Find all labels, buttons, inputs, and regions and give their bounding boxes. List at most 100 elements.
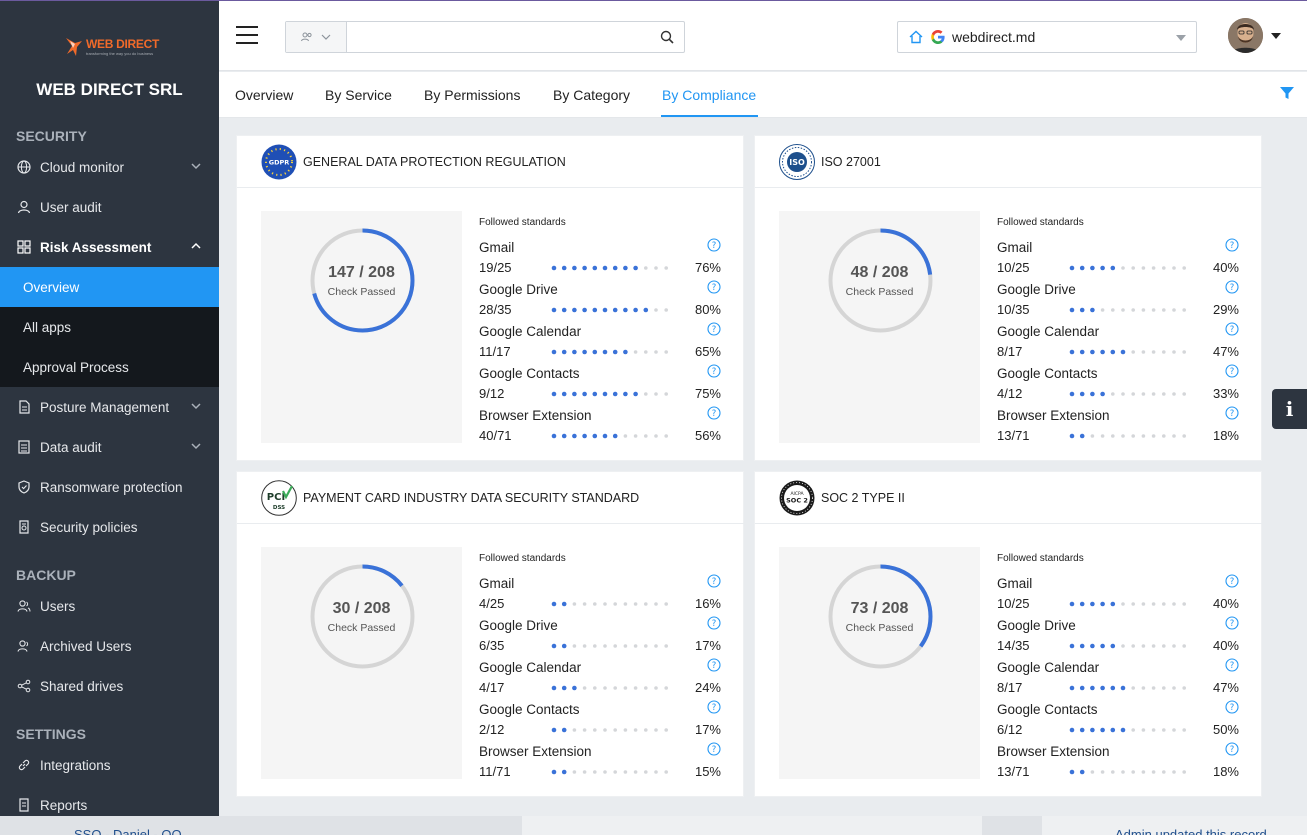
svg-text:?: ? — [712, 367, 717, 377]
svg-text:SOC 2: SOC 2 — [786, 497, 808, 505]
soc2-badge-icon: AICPA SOC 2 — [779, 480, 815, 516]
help-icon[interactable]: ? — [707, 322, 721, 336]
sidebar-subitem-approval-process[interactable]: Approval Process — [0, 347, 219, 387]
help-icon[interactable]: ? — [707, 238, 721, 252]
sidebar-item-shared-drives[interactable]: Shared drives — [0, 666, 219, 706]
progress-dot-filled — [1079, 727, 1085, 733]
progress-dot-empty — [664, 392, 668, 396]
avatar-image — [1228, 18, 1263, 53]
svg-text:?: ? — [712, 619, 717, 629]
sidebar-item-user-audit[interactable]: User audit — [0, 187, 219, 227]
service-name: Google Drive — [479, 282, 558, 297]
help-icon[interactable]: ? — [707, 700, 721, 714]
progress-dot-empty — [603, 728, 607, 732]
sidebar-item-ransomware-protection[interactable]: Ransomware protection — [0, 467, 219, 507]
domain-selector[interactable]: webdirect.md — [897, 21, 1197, 53]
progress-dot-filled — [623, 307, 628, 313]
progress-dot-empty — [1162, 728, 1166, 732]
sidebar-subitem-all-apps[interactable]: All apps — [0, 307, 219, 347]
help-icon[interactable]: ? — [707, 658, 721, 672]
gdpr-badge-icon: GDPR — [261, 144, 297, 180]
info-panel-toggle[interactable]: i — [1272, 389, 1307, 429]
progress-dots — [551, 265, 668, 271]
search-scope-dropdown[interactable] — [286, 22, 347, 52]
filter-icon[interactable] — [1279, 85, 1295, 101]
tab-overview[interactable]: Overview — [235, 87, 293, 103]
progress-dot-filled — [1079, 643, 1085, 649]
tab-by-permissions[interactable]: By Permissions — [424, 87, 520, 103]
gauge-value: 30 / 208 — [332, 600, 391, 617]
followed-standards-heading: Followed standards — [997, 217, 1084, 228]
progress-dot-filled — [551, 349, 557, 355]
help-icon[interactable]: ? — [707, 280, 721, 294]
help-icon[interactable]: ? — [1225, 322, 1239, 336]
help-icon[interactable]: ? — [1225, 658, 1239, 672]
help-icon[interactable]: ? — [707, 364, 721, 378]
chevron-down-icon — [191, 403, 201, 410]
help-icon[interactable]: ? — [1225, 280, 1239, 294]
svg-text:?: ? — [712, 241, 717, 251]
sidebar-item-archived-users[interactable]: Archived Users — [0, 626, 219, 666]
help-icon[interactable]: ? — [707, 616, 721, 630]
progress-dot-empty — [1182, 392, 1186, 396]
tab-by-category[interactable]: By Category — [553, 87, 630, 103]
service-row: Browser Extension 13/71 18%? — [997, 406, 1242, 450]
progress-dot-empty — [1121, 602, 1125, 606]
sidebar-item-cloud-monitor[interactable]: Cloud monitor — [0, 147, 219, 187]
progress-dot-empty — [623, 644, 628, 648]
help-icon[interactable]: ? — [707, 406, 721, 420]
score-gauge-panel: 73 / 208 Check Passed — [779, 547, 980, 779]
progress-dot-empty — [623, 770, 628, 774]
service-count: 2/12 — [479, 722, 505, 737]
service-count: 8/17 — [997, 344, 1023, 359]
search-icon[interactable] — [660, 30, 674, 44]
info-icon: i — [1285, 397, 1294, 421]
sidebar-item-risk-assessment[interactable]: Risk Assessment — [0, 227, 219, 267]
progress-dot-empty — [644, 266, 648, 270]
progress-dot-filled — [602, 265, 608, 271]
sidebar-item-data-audit[interactable]: Data audit — [0, 427, 219, 467]
help-icon[interactable]: ? — [707, 742, 721, 756]
sidebar-item-users[interactable]: Users — [0, 586, 219, 626]
user-icon — [17, 200, 31, 214]
progress-dot-empty — [1111, 770, 1115, 774]
progress-dot-empty — [1121, 644, 1125, 648]
service-row: Gmail 4/25 16%? — [479, 574, 724, 618]
help-icon[interactable]: ? — [1225, 406, 1239, 420]
service-row: Google Contacts 9/12 75%? — [479, 364, 724, 408]
progress-dot-filled — [582, 391, 587, 397]
caret-down-icon[interactable] — [1271, 33, 1281, 39]
help-icon[interactable]: ? — [1225, 574, 1239, 588]
progress-dot-filled — [592, 349, 598, 355]
company-logo[interactable]: WEB DIRECT transforming the way you do b… — [64, 35, 164, 59]
sidebar-item-posture-management[interactable]: Posture Management — [0, 387, 219, 427]
sidebar-item-reports[interactable]: Reports — [0, 785, 219, 816]
sidebar-item-integrations[interactable]: Integrations — [0, 745, 219, 785]
progress-dot-filled — [582, 307, 587, 313]
help-icon[interactable]: ? — [1225, 616, 1239, 630]
card-header: PCI DSS PAYMENT CARD INDUSTRY DATA SECUR… — [237, 472, 745, 524]
progress-dots — [1069, 643, 1186, 649]
sidebar-item-security-policies[interactable]: Security policies — [0, 507, 219, 547]
search-input[interactable] — [348, 22, 648, 52]
top-bar: webdirect.md — [219, 1, 1307, 71]
progress-dot-empty — [664, 602, 668, 606]
tab-by-service[interactable]: By Service — [325, 87, 392, 103]
menu-toggle-button[interactable] — [236, 26, 258, 44]
help-icon[interactable]: ? — [1225, 238, 1239, 252]
progress-dot-filled — [602, 433, 608, 439]
help-icon[interactable]: ? — [1225, 364, 1239, 378]
section-backup: BACKUP — [16, 567, 76, 583]
help-icon[interactable]: ? — [707, 574, 721, 588]
progress-dot-filled — [1069, 685, 1075, 691]
progress-dot-empty — [1182, 266, 1186, 270]
user-avatar[interactable] — [1228, 18, 1263, 53]
progress-dot-filled — [561, 433, 567, 439]
progress-dot-filled — [551, 601, 557, 607]
help-icon[interactable]: ? — [1225, 700, 1239, 714]
service-name: Gmail — [997, 576, 1033, 591]
help-icon[interactable]: ? — [1225, 742, 1239, 756]
sidebar-subitem-overview[interactable]: Overview — [0, 267, 219, 307]
progress-dot-empty — [572, 770, 577, 774]
tab-by-compliance[interactable]: By Compliance — [662, 87, 756, 103]
